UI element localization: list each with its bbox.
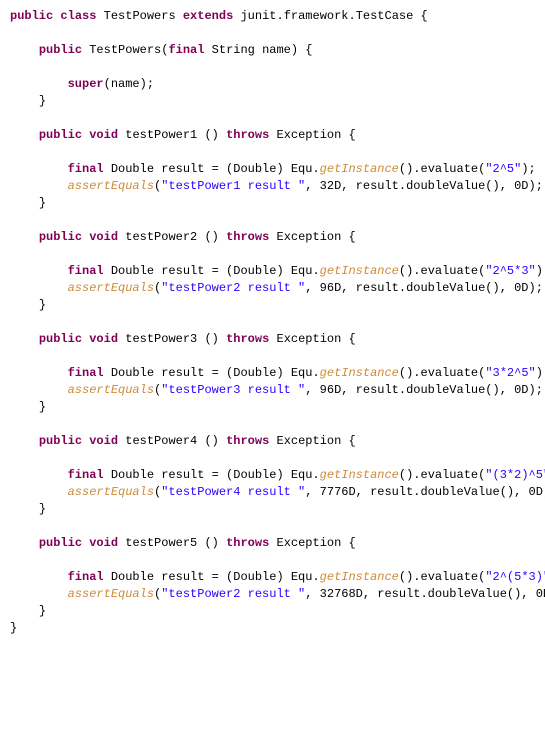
line: final Double result = (Double) Equ.getIn… <box>10 366 545 380</box>
line: public void testPower1 () throws Excepti… <box>10 128 356 142</box>
line: public TestPowers(final String name) { <box>10 43 313 57</box>
line: super(name); <box>10 77 154 91</box>
line: assertEquals("testPower4 result ", 7776D… <box>10 485 545 499</box>
line: final Double result = (Double) Equ.getIn… <box>10 264 545 278</box>
line: } <box>10 604 46 618</box>
line: final Double result = (Double) Equ.getIn… <box>10 468 545 482</box>
kw-extends: extends <box>183 9 233 23</box>
line: } <box>10 400 46 414</box>
line: public void testPower4 () throws Excepti… <box>10 434 356 448</box>
line: public class TestPowers extends junit.fr… <box>10 9 428 23</box>
line: assertEquals("testPower1 result ", 32D, … <box>10 179 543 193</box>
line: } <box>10 298 46 312</box>
line: final Double result = (Double) Equ.getIn… <box>10 162 536 176</box>
line: } <box>10 196 46 210</box>
kw-public: public <box>10 9 53 23</box>
line: public void testPower3 () throws Excepti… <box>10 332 356 346</box>
line: assertEquals("testPower2 result ", 96D, … <box>10 281 543 295</box>
line: } <box>10 502 46 516</box>
line: public void testPower2 () throws Excepti… <box>10 230 356 244</box>
line: } <box>10 94 46 108</box>
code-block: public class TestPowers extends junit.fr… <box>10 8 535 637</box>
kw-class: class <box>60 9 96 23</box>
line: final Double result = (Double) Equ.getIn… <box>10 570 545 584</box>
line: } <box>10 621 17 635</box>
line: public void testPower5 () throws Excepti… <box>10 536 356 550</box>
line: assertEquals("testPower3 result ", 96D, … <box>10 383 543 397</box>
line: assertEquals("testPower2 result ", 32768… <box>10 587 545 601</box>
